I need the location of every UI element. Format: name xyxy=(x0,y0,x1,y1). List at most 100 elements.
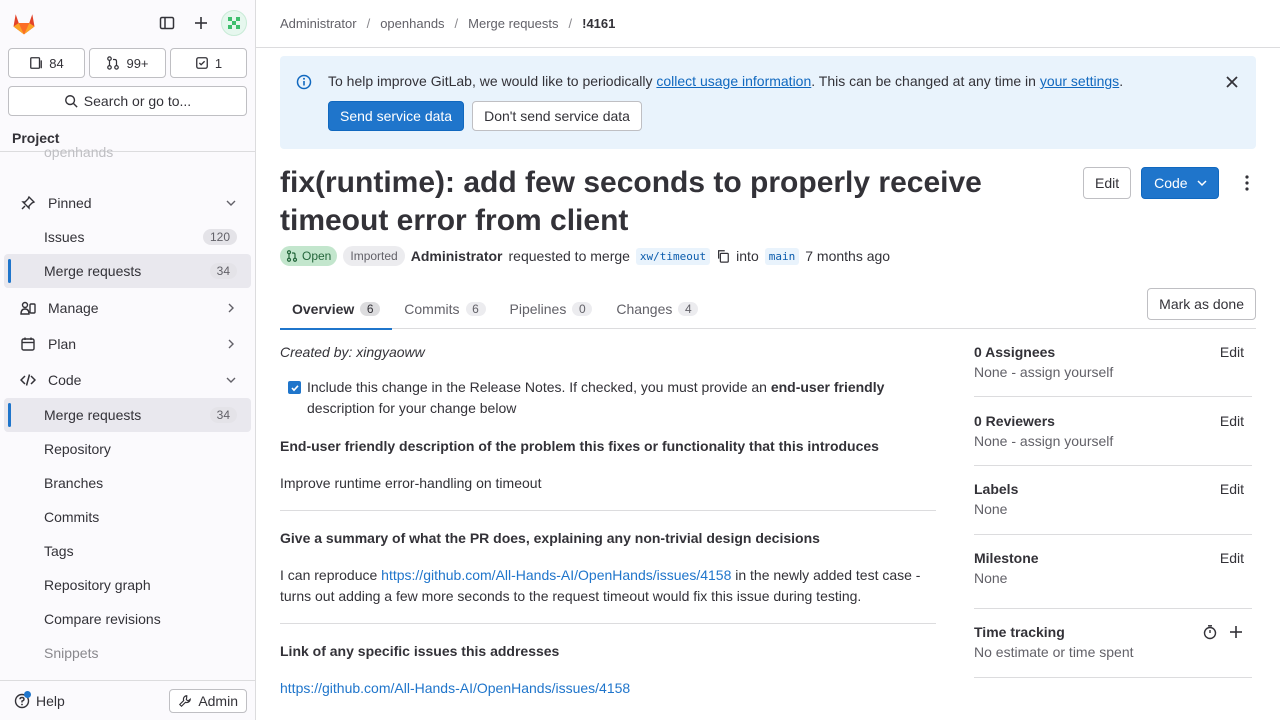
admin-button[interactable]: Admin xyxy=(169,688,247,713)
checkbox-label: Include this change in the Release Notes… xyxy=(307,377,936,419)
issue-link[interactable]: https://github.com/All-Hands-AI/OpenHand… xyxy=(381,567,731,583)
issue-link[interactable]: https://github.com/All-Hands-AI/OpenHand… xyxy=(280,680,630,696)
sidebar-item-label: Tags xyxy=(44,543,74,559)
tab-count: 0 xyxy=(572,301,593,316)
close-icon[interactable] xyxy=(1224,74,1240,90)
right-sidebar: 0 Assignees Edit None - assign yourself … xyxy=(974,340,1252,678)
toggle-sidebar-icon[interactable] xyxy=(153,9,181,37)
mr-meta: Open Imported Administrator requested to… xyxy=(280,246,890,266)
section-text-part: I can reproduce xyxy=(280,567,382,583)
chevron-down-icon xyxy=(225,374,237,386)
sidebar-item-repository[interactable]: Repository xyxy=(4,432,251,466)
alert-message: To help improve GitLab, we would like to… xyxy=(328,73,1123,89)
assignees-value[interactable]: None - assign yourself xyxy=(974,364,1252,380)
reviewers-block: 0 Reviewers Edit None - assign yourself xyxy=(974,397,1252,466)
tab-pipelines[interactable]: Pipelines 0 xyxy=(498,288,605,329)
merge-request-icon xyxy=(107,56,120,70)
assignees-title: 0 Assignees xyxy=(974,344,1056,360)
merge-requests-count-button[interactable]: 99+ xyxy=(89,48,166,78)
assignees-edit-button[interactable]: Edit xyxy=(1220,344,1252,360)
reviewers-edit-button[interactable]: Edit xyxy=(1220,413,1252,429)
sidebar-item-label: Merge requests xyxy=(44,407,142,423)
sidebar-item-manage[interactable]: Manage xyxy=(4,290,251,326)
tab-changes[interactable]: Changes 4 xyxy=(604,288,710,329)
sidebar-item-branches[interactable]: Branches xyxy=(4,466,251,500)
info-icon xyxy=(296,74,312,90)
calendar-icon xyxy=(20,336,36,352)
sidebar-item-compare-revisions[interactable]: Compare revisions xyxy=(4,602,251,636)
sidebar-item-plan[interactable]: Plan xyxy=(4,326,251,362)
breadcrumb-item[interactable]: Merge requests xyxy=(468,16,558,31)
labels-block: Labels Edit None xyxy=(974,466,1252,535)
copy-icon[interactable] xyxy=(716,249,730,263)
target-branch[interactable]: main xyxy=(764,247,800,265)
your-settings-link[interactable]: your settings xyxy=(1040,73,1119,89)
todo-icon xyxy=(195,57,208,69)
count-badge: 34 xyxy=(209,263,237,279)
time-tracking-block: Time tracking No estimate or time spent xyxy=(974,609,1252,678)
sidebar-item-snippets[interactable]: Snippets xyxy=(4,636,251,670)
time-ago: 7 months ago xyxy=(805,248,891,264)
issues-count-button[interactable]: 84 xyxy=(8,48,85,78)
code-dropdown-button[interactable]: Code xyxy=(1141,167,1219,199)
collect-usage-link[interactable]: collect usage information xyxy=(656,73,811,89)
user-avatar[interactable] xyxy=(221,10,247,36)
sidebar-item-label: Commits xyxy=(44,509,100,525)
chevron-right-icon xyxy=(225,338,237,350)
edit-button[interactable]: Edit xyxy=(1083,167,1132,199)
source-branch[interactable]: xw/timeout xyxy=(635,247,711,265)
sidebar-item-repository-graph[interactable]: Repository graph xyxy=(4,568,251,602)
todo-count-button[interactable]: 1 xyxy=(170,48,247,78)
sidebar-project-name[interactable]: openhands xyxy=(0,144,255,160)
todo-count: 1 xyxy=(214,55,223,71)
sidebar-item-code[interactable]: Code xyxy=(4,362,251,398)
search-icon xyxy=(64,95,78,108)
sidebar-item-tags[interactable]: Tags xyxy=(4,534,251,568)
created-by: Created by: xingyaoww xyxy=(280,344,425,360)
count-badge: 120 xyxy=(202,229,237,245)
status-label: Open xyxy=(302,249,332,263)
users-icon xyxy=(20,300,36,316)
tab-commits[interactable]: Commits 6 xyxy=(392,288,497,329)
gitlab-logo-icon[interactable] xyxy=(10,9,38,37)
section-text: I can reproduce https://github.com/All-H… xyxy=(280,565,936,607)
admin-label: Admin xyxy=(198,692,238,709)
author-name[interactable]: Administrator xyxy=(411,248,503,264)
section-text: https://github.com/All-Hands-AI/OpenHand… xyxy=(280,678,936,699)
breadcrumb-item[interactable]: openhands xyxy=(380,16,444,31)
time-tracking-value: No estimate or time spent xyxy=(974,644,1134,660)
stopwatch-icon[interactable] xyxy=(1202,624,1218,640)
breadcrumb-item[interactable]: Administrator xyxy=(280,16,357,31)
release-notes-checkbox[interactable] xyxy=(288,381,301,394)
mark-as-done-button[interactable]: Mark as done xyxy=(1147,288,1256,320)
add-time-icon[interactable] xyxy=(1228,624,1244,640)
sidebar-item-label: Compare revisions xyxy=(44,611,161,627)
sidebar-item-label: Snippets xyxy=(44,645,99,661)
search-button[interactable]: Search or go to... xyxy=(8,86,247,116)
mr-description: Created by: xingyaoww Include this chang… xyxy=(280,340,936,699)
dont-send-service-data-button[interactable]: Don't send service data xyxy=(472,101,642,131)
sidebar-item-pinned[interactable]: Pinned xyxy=(4,186,251,220)
breadcrumb-current[interactable]: !4161 xyxy=(582,16,615,31)
count-badge: 34 xyxy=(209,407,237,423)
labels-edit-button[interactable]: Edit xyxy=(1220,481,1252,497)
labels-value: None xyxy=(974,501,1008,517)
create-new-icon[interactable] xyxy=(187,9,215,37)
sidebar-item-pinned-issues[interactable]: Issues 120 xyxy=(4,220,251,254)
sidebar-item-commits[interactable]: Commits xyxy=(4,500,251,534)
tab-label: Changes xyxy=(616,300,673,317)
sidebar-item-label: Code xyxy=(48,372,82,388)
milestone-edit-button[interactable]: Edit xyxy=(1220,550,1252,566)
send-service-data-button[interactable]: Send service data xyxy=(328,101,465,131)
more-actions-icon[interactable] xyxy=(1233,167,1261,199)
labels-title: Labels xyxy=(974,481,1019,497)
reviewers-value[interactable]: None - assign yourself xyxy=(974,433,1252,449)
assignees-block: 0 Assignees Edit None - assign yourself xyxy=(974,340,1252,397)
tab-overview[interactable]: Overview 6 xyxy=(280,288,393,330)
sidebar-item-code-merge-requests[interactable]: Merge requests 34 xyxy=(4,398,251,432)
sidebar-item-pinned-merge-requests[interactable]: Merge requests 34 xyxy=(4,254,251,288)
checkbox-text: Include this change in the Release Notes… xyxy=(307,379,771,395)
sidebar-item-label: Repository xyxy=(44,441,111,457)
chevron-down-icon xyxy=(225,197,237,209)
help-button[interactable]: Help xyxy=(14,690,65,709)
